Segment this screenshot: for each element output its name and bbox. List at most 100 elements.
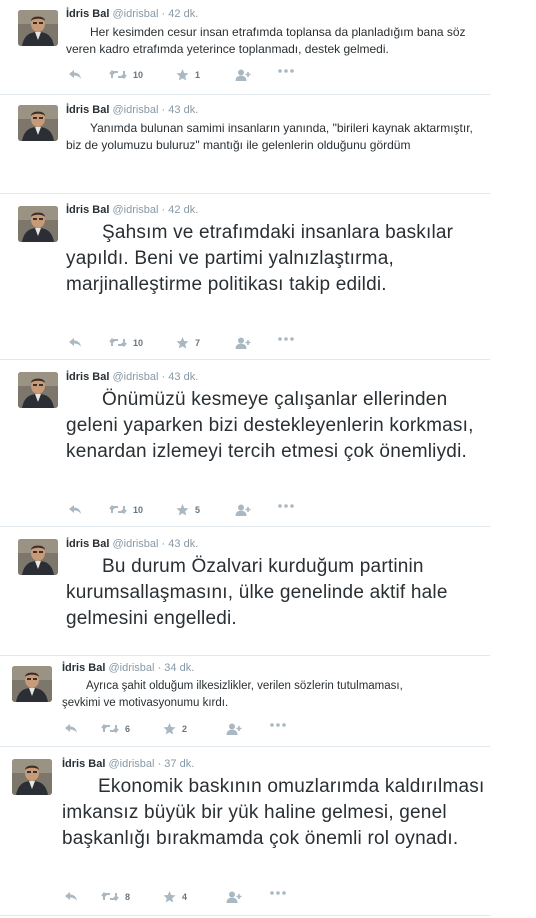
retweet-count: 10 (133, 504, 144, 515)
star-icon (176, 337, 189, 349)
separator-dot: · (161, 8, 166, 20)
retweet-icon (101, 891, 119, 902)
follow-icon (235, 337, 251, 349)
follow-button[interactable] (226, 723, 242, 735)
tweet[interactable]: İdris Bal @idrisbal · 42 dk. Her kesimde… (0, 0, 490, 95)
tweet[interactable]: İdris Bal @idrisbal · 37 dk. Ekonomik ba… (0, 747, 490, 916)
follow-button[interactable] (226, 891, 242, 903)
retweet-button[interactable]: 10 (109, 504, 143, 515)
reply-button[interactable] (68, 504, 82, 515)
tweet[interactable]: İdris Bal @idrisbal · 43 dk. Önümüzü kes… (0, 360, 490, 527)
display-name[interactable]: İdris Bal (66, 371, 109, 383)
favorite-count: 4 (182, 892, 188, 902)
favorite-count: 1 (195, 70, 201, 80)
more-button[interactable] (278, 69, 294, 73)
follow-button[interactable] (235, 337, 251, 349)
timestamp[interactable]: 43 dk. (168, 104, 198, 116)
retweet-button[interactable]: 6 (101, 723, 130, 734)
tweet[interactable]: İdris Bal @idrisbal · 43 dk. Yanımda bul… (0, 95, 490, 194)
handle[interactable]: @idrisbal (112, 104, 158, 116)
more-button[interactable] (278, 504, 294, 508)
display-name[interactable]: İdris Bal (66, 204, 109, 216)
more-button[interactable] (270, 891, 286, 895)
reply-button[interactable] (64, 723, 78, 734)
favorite-count: 7 (195, 338, 201, 348)
avatar[interactable] (18, 372, 58, 408)
follow-icon (226, 723, 242, 735)
avatar[interactable] (18, 10, 58, 46)
tweet-text: Ekonomik baskının omuzlarımda kaldırılma… (62, 776, 485, 849)
reply-button[interactable] (68, 69, 82, 80)
handle[interactable]: @idrisbal (112, 538, 158, 550)
retweet-button[interactable]: 10 (109, 69, 143, 80)
separator-dot: · (161, 104, 166, 116)
tweet-text: Ayrıca şahit olduğum ilkesizlikler, veri… (62, 680, 403, 709)
favorite-button[interactable]: 1 (176, 69, 200, 81)
separator-dot: · (157, 758, 162, 770)
retweet-icon (109, 504, 127, 515)
retweet-button[interactable]: 8 (101, 891, 130, 902)
favorite-button[interactable]: 5 (176, 504, 200, 516)
separator-dot: · (161, 204, 166, 216)
display-name[interactable]: İdris Bal (62, 662, 105, 674)
retweet-icon (109, 69, 127, 80)
star-icon (176, 69, 189, 81)
retweet-count: 10 (133, 69, 144, 80)
timestamp[interactable]: 43 dk. (168, 371, 198, 383)
reply-icon (68, 69, 82, 80)
reply-icon (64, 891, 78, 902)
avatar[interactable] (18, 539, 58, 575)
favorite-button[interactable]: 2 (163, 723, 187, 735)
more-button[interactable] (278, 337, 294, 341)
tweet-text: Her kesimden cesur insan etrafımda topla… (66, 25, 466, 56)
more-button[interactable] (270, 723, 286, 727)
star-icon (163, 723, 176, 735)
timestamp[interactable]: 37 dk. (164, 758, 194, 770)
handle[interactable]: @idrisbal (108, 662, 154, 674)
reply-button[interactable] (68, 337, 82, 348)
tweet-text: Bu durum Özalvari kurduğum partinin kuru… (66, 556, 448, 629)
more-dots-icon (278, 504, 294, 508)
tweet-text: Şahsım ve etrafımdaki insanlara baskılar… (66, 222, 454, 295)
display-name[interactable]: İdris Bal (66, 538, 109, 550)
favorite-button[interactable]: 4 (163, 891, 187, 903)
tweet-text: Yanımda bulunan samimi insanların yanınd… (66, 121, 473, 152)
avatar[interactable] (18, 206, 58, 242)
display-name[interactable]: İdris Bal (66, 104, 109, 116)
display-name[interactable]: İdris Bal (66, 8, 109, 20)
tweet[interactable]: İdris Bal @idrisbal · 34 dk. Ayrıca şahi… (0, 656, 490, 747)
tweet[interactable]: İdris Bal @idrisbal · 42 dk. Şahsım ve e… (0, 194, 490, 360)
handle[interactable]: @idrisbal (112, 8, 158, 20)
favorite-button[interactable]: 7 (176, 337, 200, 349)
reply-button[interactable] (64, 891, 78, 902)
display-name[interactable]: İdris Bal (62, 758, 105, 770)
follow-button[interactable] (235, 504, 251, 516)
timestamp[interactable]: 42 dk. (168, 204, 198, 216)
follow-icon (235, 504, 251, 516)
retweet-count: 6 (125, 723, 131, 734)
avatar[interactable] (18, 105, 58, 141)
retweet-count: 8 (125, 891, 131, 902)
tweet[interactable]: İdris Bal @idrisbal · 43 dk. Bu durum Öz… (0, 527, 490, 656)
timestamp[interactable]: 43 dk. (168, 538, 198, 550)
avatar[interactable] (12, 759, 52, 795)
favorite-count: 2 (182, 724, 188, 734)
more-dots-icon (270, 723, 286, 727)
reply-icon (68, 337, 82, 348)
star-icon (163, 891, 176, 903)
reply-icon (64, 723, 78, 734)
handle[interactable]: @idrisbal (112, 204, 158, 216)
timestamp[interactable]: 34 dk. (164, 662, 194, 674)
follow-icon (226, 891, 242, 903)
separator-dot: · (157, 662, 162, 674)
separator-dot: · (161, 371, 166, 383)
handle[interactable]: @idrisbal (108, 758, 154, 770)
handle[interactable]: @idrisbal (112, 371, 158, 383)
favorite-count: 5 (195, 505, 201, 515)
tweet-text: Önümüzü kesmeye çalışanlar ellerinden ge… (66, 389, 474, 462)
retweet-count: 10 (133, 337, 144, 348)
timestamp[interactable]: 42 dk. (168, 8, 198, 20)
retweet-button[interactable]: 10 (109, 337, 143, 348)
follow-button[interactable] (235, 69, 251, 81)
avatar[interactable] (12, 666, 52, 702)
